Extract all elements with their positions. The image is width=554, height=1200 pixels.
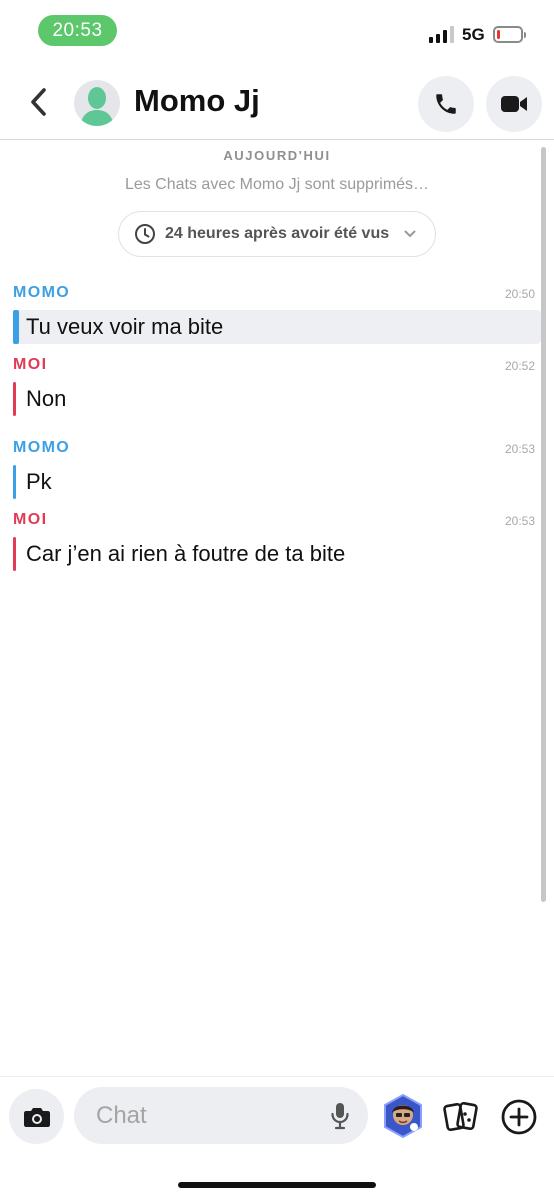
status-bar: 20:53 5G: [0, 0, 554, 62]
chat-timer-setting[interactable]: 24 heures après avoir été vus: [118, 211, 436, 257]
chat-deletion-info: Les Chats avec Momo Jj sont supprimés…: [124, 176, 430, 193]
chevron-down-icon: [404, 230, 416, 238]
network-type: 5G: [462, 25, 485, 44]
message-sender: MOMO: [13, 284, 71, 301]
contact-avatar[interactable]: [74, 80, 120, 126]
phone-icon: [436, 94, 456, 114]
chevron-left-icon: [31, 88, 46, 116]
clock-icon: [135, 224, 155, 244]
message-time: 20:53: [504, 514, 535, 528]
battery-icon: [493, 26, 526, 43]
camera-button[interactable]: [9, 1089, 64, 1144]
video-camera-icon: [501, 96, 527, 112]
chat-input[interactable]: [96, 1087, 316, 1144]
message-time: 20:52: [504, 359, 535, 373]
bitmoji-sticker-button[interactable]: [381, 1093, 425, 1139]
cards-icon: [443, 1101, 478, 1132]
date-label: AUJOURD'HUI: [223, 148, 331, 163]
back-button[interactable]: [22, 84, 54, 120]
call-button[interactable]: [418, 76, 474, 132]
camera-icon: [23, 1107, 50, 1127]
chat-timer-label: 24 heures après avoir été vus: [165, 225, 390, 242]
message-text[interactable]: Car j’en ai rien à foutre de ta bite: [13, 537, 541, 571]
home-indicator[interactable]: [178, 1182, 376, 1188]
person-silhouette-icon: [80, 87, 114, 126]
plus-circle-icon: [501, 1099, 537, 1135]
message-time: 20:50: [504, 287, 535, 301]
scrollbar[interactable]: [541, 147, 546, 902]
chat-area[interactable]: AUJOURD'HUI Les Chats avec Momo Jj sont …: [0, 141, 554, 1076]
message-sender: MOI: [13, 511, 48, 528]
video-call-button[interactable]: [486, 76, 542, 132]
message-sender: MOI: [13, 356, 48, 373]
message-text[interactable]: Pk: [13, 465, 541, 499]
message-sender: MOMO: [13, 439, 71, 456]
contact-name[interactable]: Momo Jj: [134, 83, 260, 119]
battery-level: [497, 30, 500, 39]
chat-input-bar: [0, 1076, 554, 1200]
message-time: 20:53: [504, 442, 535, 456]
add-button[interactable]: [499, 1097, 539, 1137]
bitmoji-sticker-icon: [384, 1093, 422, 1139]
signal-strength-icon: [429, 26, 454, 43]
microphone-icon[interactable]: [330, 1102, 350, 1130]
chat-input-field[interactable]: [74, 1087, 368, 1144]
message-text[interactable]: Tu veux voir ma bite: [13, 310, 541, 344]
message-text[interactable]: Non: [13, 382, 541, 416]
cards-button[interactable]: [441, 1097, 481, 1137]
chat-header: Momo Jj: [0, 62, 554, 140]
status-time: 20:53: [38, 15, 117, 46]
